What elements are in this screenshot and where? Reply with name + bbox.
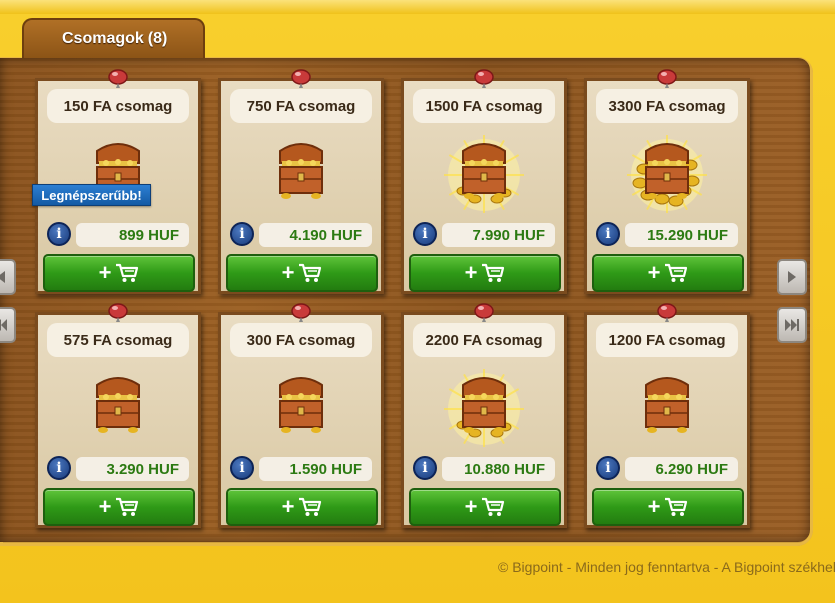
info-icon[interactable]: i bbox=[230, 456, 254, 480]
plus-sign: + bbox=[281, 260, 295, 285]
package-card: 1500 FA csomag i 7.990 HUF + bbox=[401, 69, 567, 294]
first-page-button[interactable] bbox=[0, 307, 16, 343]
pin-icon bbox=[474, 69, 494, 88]
plus-sign: + bbox=[464, 260, 478, 285]
package-card: 150 FA csomag Legnépszerűbb! i 899 HUF + bbox=[32, 69, 201, 294]
tab-label: Csomagok bbox=[62, 30, 144, 47]
arrow-left-icon bbox=[0, 271, 5, 283]
pin-icon bbox=[108, 69, 128, 88]
add-to-cart-button[interactable]: + bbox=[43, 254, 195, 292]
package-name: 1500 FA csomag bbox=[413, 89, 555, 123]
info-icon[interactable]: i bbox=[47, 456, 71, 480]
arrow-right-icon bbox=[788, 271, 796, 283]
treasure-chest-icon bbox=[444, 369, 524, 447]
package-card: 2200 FA csomag i 10.880 HUF + bbox=[401, 303, 567, 528]
treasure-chest-icon bbox=[279, 143, 323, 199]
package-card: 1200 FA csomag i 6.290 HUF + bbox=[584, 303, 750, 528]
plus-sign: + bbox=[647, 260, 661, 285]
info-icon[interactable]: i bbox=[47, 222, 71, 246]
double-arrow-left-icon bbox=[0, 319, 7, 331]
plus-sign: + bbox=[281, 494, 295, 519]
pin-icon bbox=[657, 303, 677, 322]
package-price: 6.290 HUF bbox=[625, 457, 738, 481]
treasure-chest-icon bbox=[645, 377, 689, 433]
pin-icon bbox=[291, 69, 311, 88]
treasure-chest-icon bbox=[96, 377, 140, 433]
pin-icon bbox=[657, 69, 677, 88]
package-price: 15.290 HUF bbox=[625, 223, 738, 247]
info-icon[interactable]: i bbox=[596, 222, 620, 246]
plus-sign: + bbox=[647, 494, 661, 519]
top-frame bbox=[0, 0, 835, 14]
add-to-cart-button[interactable]: + bbox=[226, 488, 378, 526]
add-to-cart-button[interactable]: + bbox=[592, 488, 744, 526]
cart-icon bbox=[482, 263, 505, 282]
cart-icon bbox=[299, 497, 322, 516]
cart-icon bbox=[299, 263, 322, 282]
package-card: 300 FA csomag i 1.590 HUF + bbox=[218, 303, 384, 528]
plus-sign: + bbox=[98, 494, 112, 519]
pin-icon bbox=[108, 303, 128, 322]
add-to-cart-button[interactable]: + bbox=[226, 254, 378, 292]
package-card: 575 FA csomag i 3.290 HUF + bbox=[35, 303, 201, 528]
most-popular-badge: Legnépszerűbb! bbox=[32, 184, 151, 206]
plus-sign: + bbox=[464, 494, 478, 519]
treasure-chest-icon bbox=[279, 377, 323, 433]
cart-icon bbox=[116, 263, 139, 282]
cart-icon bbox=[665, 497, 688, 516]
package-price: 899 HUF bbox=[76, 223, 189, 247]
treasure-chest-icon bbox=[627, 135, 707, 213]
package-price: 10.880 HUF bbox=[442, 457, 555, 481]
cart-icon bbox=[482, 497, 505, 516]
next-page-button[interactable] bbox=[777, 259, 807, 295]
prev-page-button[interactable] bbox=[0, 259, 16, 295]
package-card: 750 FA csomag i 4.190 HUF + bbox=[218, 69, 384, 294]
add-to-cart-button[interactable]: + bbox=[409, 254, 561, 292]
package-price: 3.290 HUF bbox=[76, 457, 189, 481]
tab-packages[interactable]: Csomagok (8) bbox=[22, 18, 205, 58]
package-name: 300 FA csomag bbox=[230, 323, 372, 357]
footer-copyright: © Bigpoint - Minden jog fenntartva - A B… bbox=[498, 559, 835, 575]
add-to-cart-button[interactable]: + bbox=[592, 254, 744, 292]
info-icon[interactable]: i bbox=[596, 456, 620, 480]
skip-to-end-icon bbox=[785, 319, 799, 331]
cart-icon bbox=[116, 497, 139, 516]
package-name: 1200 FA csomag bbox=[596, 323, 738, 357]
package-name: 150 FA csomag bbox=[47, 89, 189, 123]
package-price: 1.590 HUF bbox=[259, 457, 372, 481]
package-name: 750 FA csomag bbox=[230, 89, 372, 123]
pin-icon bbox=[291, 303, 311, 322]
package-name: 2200 FA csomag bbox=[413, 323, 555, 357]
info-icon[interactable]: i bbox=[413, 222, 437, 246]
plus-sign: + bbox=[98, 260, 112, 285]
package-name: 3300 FA csomag bbox=[596, 89, 738, 123]
package-price: 4.190 HUF bbox=[259, 223, 372, 247]
add-to-cart-button[interactable]: + bbox=[409, 488, 561, 526]
pin-icon bbox=[474, 303, 494, 322]
package-price: 7.990 HUF bbox=[442, 223, 555, 247]
info-icon[interactable]: i bbox=[230, 222, 254, 246]
cart-icon bbox=[665, 263, 688, 282]
package-name: 575 FA csomag bbox=[47, 323, 189, 357]
last-page-button[interactable] bbox=[777, 307, 807, 343]
add-to-cart-button[interactable]: + bbox=[43, 488, 195, 526]
treasure-chest-icon bbox=[444, 135, 524, 213]
tab-count: (8) bbox=[147, 30, 168, 47]
info-icon[interactable]: i bbox=[413, 456, 437, 480]
package-card: 3300 FA csomag i 15.290 HUF + bbox=[584, 69, 750, 294]
